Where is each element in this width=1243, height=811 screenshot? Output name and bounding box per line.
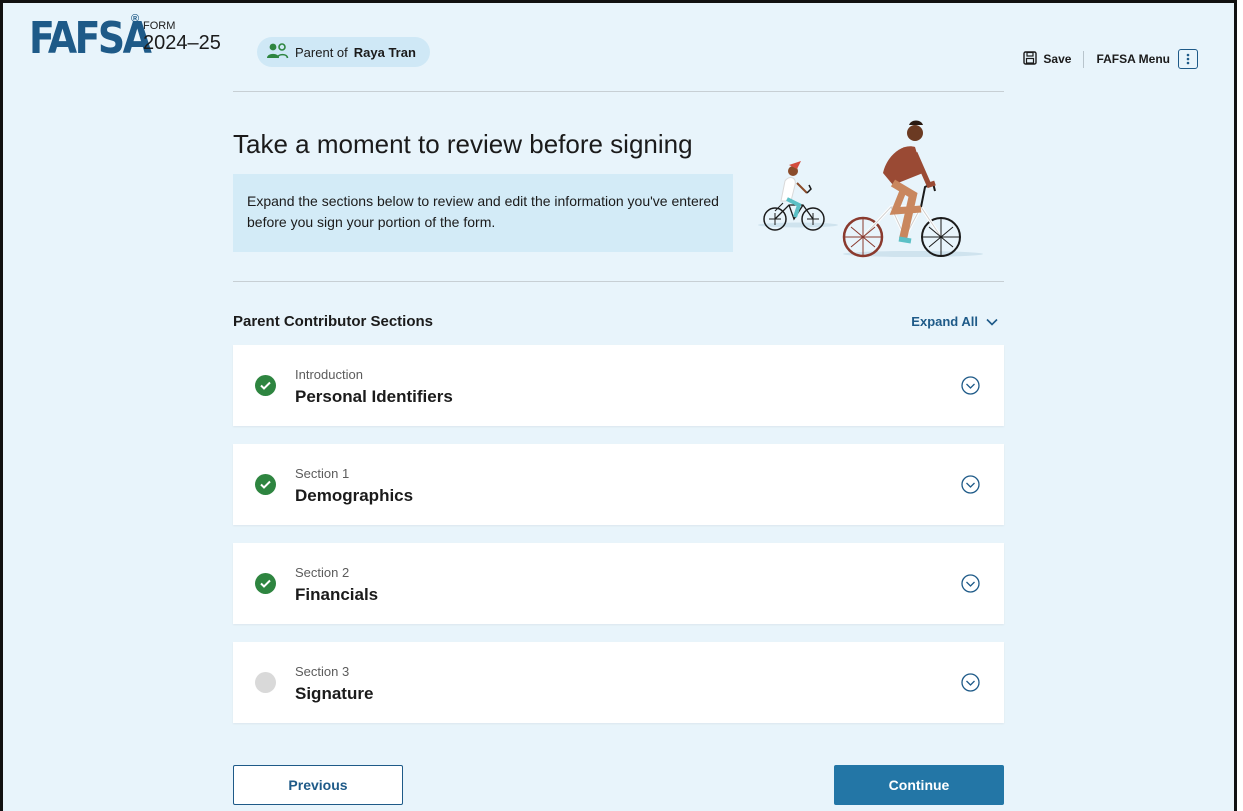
parent-users-icon bbox=[267, 42, 289, 62]
page-frame: FAFSA ® FORM 2024–25 Parent of Raya Tran bbox=[0, 0, 1237, 811]
logo-text: FAFSA bbox=[29, 13, 152, 64]
section-name: Signature bbox=[295, 684, 374, 703]
complete-check-icon bbox=[255, 375, 276, 396]
previous-button[interactable]: Previous bbox=[233, 765, 403, 805]
form-year: 2024–25 bbox=[143, 32, 221, 54]
section-card-demographics[interactable]: Section 1 Demographics bbox=[233, 444, 1004, 525]
section-sub-label: Section 2 bbox=[295, 565, 350, 580]
student-name: Raya Tran bbox=[353, 44, 416, 60]
save-label: Save bbox=[1043, 52, 1072, 66]
fafsa-logo: FAFSA bbox=[29, 13, 152, 64]
section-divider bbox=[233, 281, 1004, 282]
expand-chevron-icon[interactable] bbox=[961, 673, 980, 692]
sections-heading: Parent Contributor Sections bbox=[233, 313, 434, 330]
continue-button[interactable]: Continue bbox=[834, 765, 1004, 805]
header-actions: Save FAFSA Menu bbox=[1023, 49, 1198, 69]
section-name: Financials bbox=[295, 585, 379, 604]
section-name: Demographics bbox=[295, 486, 414, 505]
menu-label: FAFSA Menu bbox=[1096, 52, 1170, 66]
incomplete-status-icon bbox=[255, 672, 276, 693]
page-title: Take a moment to review before signing bbox=[233, 129, 693, 159]
cyclists-illustration bbox=[753, 111, 993, 261]
role-prefix: Parent of bbox=[295, 44, 348, 60]
registered-mark: ® bbox=[131, 13, 140, 25]
complete-check-icon bbox=[255, 573, 276, 594]
section-name: Personal Identifiers bbox=[295, 387, 453, 406]
form-label: FORM bbox=[143, 20, 176, 32]
info-alert: Expand the sections below to review and … bbox=[233, 174, 733, 252]
section-sub-label: Introduction bbox=[295, 367, 363, 382]
fafsa-menu-button[interactable]: FAFSA Menu bbox=[1084, 49, 1198, 69]
section-card-signature[interactable]: Section 3 Signature bbox=[233, 642, 1004, 723]
save-button[interactable]: Save bbox=[1023, 50, 1085, 68]
chevron-down-icon bbox=[986, 314, 998, 329]
expand-all-label: Expand All bbox=[911, 314, 978, 329]
kebab-menu-icon[interactable] bbox=[1178, 49, 1198, 69]
complete-check-icon bbox=[255, 474, 276, 495]
expand-chevron-icon[interactable] bbox=[961, 475, 980, 494]
section-sub-label: Section 1 bbox=[295, 466, 350, 481]
save-icon bbox=[1023, 50, 1038, 68]
section-card-financials[interactable]: Section 2 Financials bbox=[233, 543, 1004, 624]
section-card-personal-identifiers[interactable]: Introduction Personal Identifiers bbox=[233, 345, 1004, 426]
top-divider bbox=[233, 91, 1004, 92]
section-sub-label: Section 3 bbox=[295, 664, 350, 679]
expand-chevron-icon[interactable] bbox=[961, 376, 980, 395]
role-badge: Parent of Raya Tran bbox=[257, 37, 430, 67]
form-year-block: FORM 2024–25 bbox=[143, 20, 221, 54]
expand-chevron-icon[interactable] bbox=[961, 574, 980, 593]
expand-all-button[interactable]: Expand All bbox=[911, 314, 998, 329]
